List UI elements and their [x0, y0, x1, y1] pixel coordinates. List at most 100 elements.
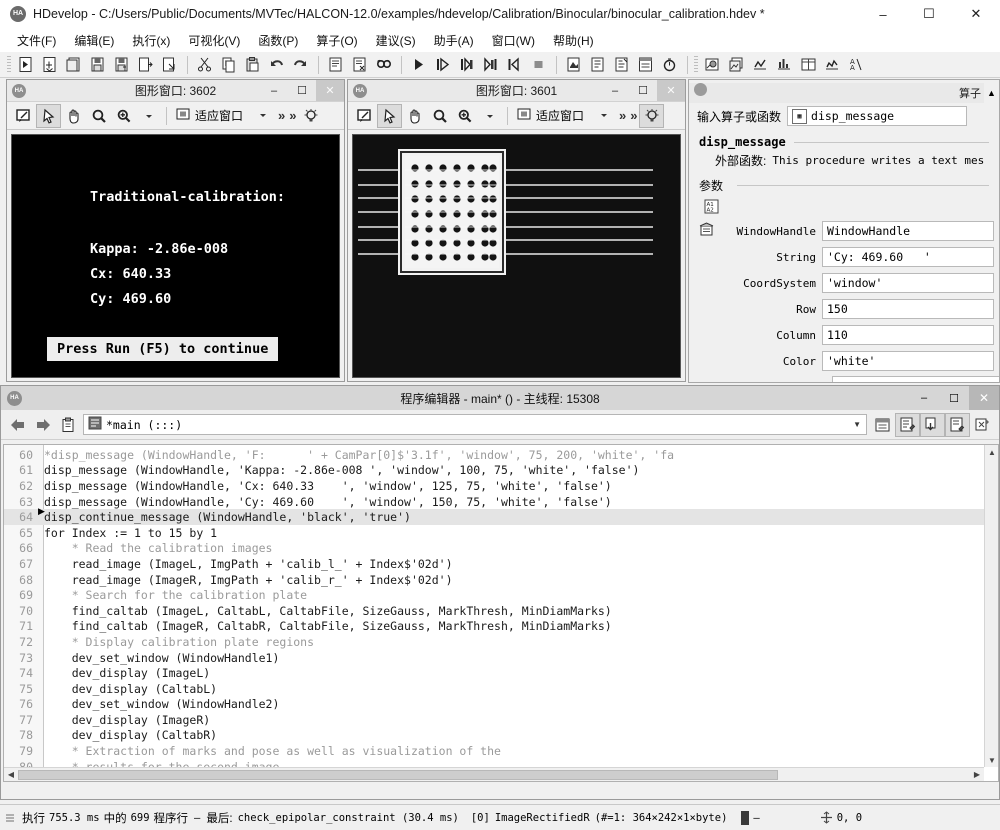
hand-pan-icon[interactable] — [61, 104, 86, 128]
program-counter-icon[interactable] — [870, 413, 895, 437]
insert-operator-icon[interactable] — [586, 54, 609, 76]
procedure-selector-combo[interactable]: *main (:::) ▼ — [83, 414, 867, 435]
insert-procedure-icon[interactable] — [945, 412, 970, 437]
code-line[interactable]: 71 find_caltab (ImageR, CaltabR, CaltabF… — [4, 619, 984, 635]
reset-program-icon[interactable] — [562, 54, 585, 76]
paste-icon[interactable] — [241, 54, 264, 76]
code-line[interactable]: 60 *disp_message (WindowHandle, 'F: ' + C… — [4, 447, 984, 463]
chevron-down-icon[interactable] — [477, 104, 502, 128]
chevron-down-icon[interactable] — [136, 104, 161, 128]
save-program-icon[interactable] — [86, 54, 109, 76]
edit-roi-icon[interactable] — [11, 104, 36, 128]
zoom-in-icon[interactable] — [452, 104, 477, 128]
code-line[interactable]: 61 disp_message (WindowHandle, 'Kappa: -2… — [4, 463, 984, 479]
pe-maximize-button[interactable]: ☐ — [939, 386, 969, 410]
stopwatch-icon[interactable] — [658, 54, 681, 76]
gw3601-minimize-button[interactable]: – — [601, 80, 629, 101]
gw3601-overflow-1[interactable]: » — [617, 108, 628, 123]
menu-operators[interactable]: 算子(O) — [307, 30, 366, 51]
magnifier-icon[interactable] — [427, 104, 452, 128]
scroll-left-icon[interactable]: ◀ — [4, 768, 18, 782]
chevron-up-icon[interactable]: ▲ — [984, 83, 999, 103]
run-icon[interactable] — [407, 54, 430, 76]
clipboard-icon[interactable] — [55, 413, 80, 437]
uncomment-icon[interactable] — [348, 54, 371, 76]
param-input-partial[interactable] — [832, 376, 999, 382]
export-procedure-icon[interactable] — [920, 412, 945, 437]
menu-assistants[interactable]: 助手(A) — [425, 30, 483, 51]
scroll-up-icon[interactable]: ▲ — [985, 445, 998, 459]
toolbar-grip[interactable] — [7, 55, 11, 74]
new-program-icon[interactable] — [14, 54, 37, 76]
minimize-button[interactable]: – — [860, 0, 906, 28]
pe-close-button[interactable]: ✕ — [969, 386, 999, 410]
param-input-windowhandle[interactable]: WindowHandle — [822, 221, 994, 241]
code-line[interactable]: 70 find_caltab (ImageL, CaltabL, CaltabF… — [4, 603, 984, 619]
code-line[interactable]: 78 dev_display (CaltabR) — [4, 728, 984, 744]
text-format-icon[interactable]: A1 A2 — [689, 194, 999, 218]
procedure-window-icon[interactable] — [634, 54, 657, 76]
close-button[interactable]: ✕ — [952, 0, 1000, 28]
menu-help[interactable]: 帮助(H) — [544, 30, 603, 51]
code-vertical-scrollbar[interactable]: ▲ ▼ — [984, 445, 998, 767]
find-icon[interactable] — [372, 54, 395, 76]
code-line[interactable]: 75 dev_display (CaltabL) — [4, 681, 984, 697]
matrix-icon[interactable] — [797, 54, 820, 76]
compile-icon[interactable] — [970, 413, 995, 437]
hand-pan-icon[interactable] — [402, 104, 427, 128]
param-input-string[interactable]: 'Cy: 469.60 ' — [822, 247, 994, 267]
pe-minimize-button[interactable]: – — [909, 386, 939, 410]
fit-window-chevron-down-icon[interactable] — [258, 109, 268, 123]
menu-edit[interactable]: 编辑(E) — [65, 30, 123, 51]
gw3601-close-button[interactable]: ✕ — [657, 80, 685, 101]
print-icon[interactable] — [158, 54, 181, 76]
stop-icon[interactable] — [527, 54, 550, 76]
param-input-row[interactable]: 150 — [822, 299, 994, 319]
lightbulb-icon[interactable] — [639, 103, 665, 128]
scroll-right-icon[interactable]: ▶ — [970, 768, 984, 782]
undo-icon[interactable] — [265, 54, 288, 76]
copy-icon[interactable] — [217, 54, 240, 76]
param-input-coordsystem[interactable]: 'window' — [822, 273, 994, 293]
edit-procedure-icon[interactable] — [610, 54, 633, 76]
graphics-window-3601-canvas[interactable] — [352, 134, 681, 378]
menu-procedures[interactable]: 函数(P) — [249, 30, 307, 51]
arrow-right-icon[interactable] — [30, 413, 55, 437]
export-icon[interactable] — [134, 54, 157, 76]
fit-window-button[interactable]: 适应窗口 — [513, 104, 587, 128]
lightbulb-icon[interactable] — [298, 104, 323, 128]
toolbar-grip-2[interactable] — [694, 55, 698, 74]
magnifier-icon[interactable] — [86, 104, 111, 128]
graphics-window-3602-canvas[interactable]: Traditional-calibration: Kappa: -2.86e-0… — [11, 134, 340, 378]
scroll-down-icon[interactable]: ▼ — [985, 753, 998, 767]
edit-procedure-icon[interactable] — [895, 412, 920, 437]
step-into-icon[interactable] — [455, 54, 478, 76]
gw3602-overflow-1[interactable]: » — [276, 108, 287, 123]
variable-window-icon[interactable] — [701, 54, 724, 76]
gw3602-minimize-button[interactable]: – — [260, 80, 288, 101]
code-line[interactable]: 74 dev_display (ImageL) — [4, 665, 984, 681]
code-horizontal-scrollbar[interactable]: ◀ ▶ — [4, 767, 984, 781]
code-line[interactable]: 67 read_image (ImageL, ImgPath + 'calib_… — [4, 556, 984, 572]
menu-visualization[interactable]: 可视化(V) — [179, 30, 249, 51]
histogram-icon[interactable] — [773, 54, 796, 76]
param-input-color[interactable]: 'white' — [822, 351, 994, 371]
comment-icon[interactable] — [324, 54, 347, 76]
operator-input-field[interactable]: ▦ disp_message — [787, 106, 968, 126]
gw3602-overflow-2[interactable]: » — [287, 108, 298, 123]
code-line[interactable]: 76 dev_set_window (WindowHandle2) — [4, 697, 984, 713]
gw3601-overflow-2[interactable]: » — [628, 108, 639, 123]
code-line[interactable]: 79 * Extraction of marks and pose as wel… — [4, 743, 984, 759]
profile-icon[interactable] — [821, 54, 844, 76]
maximize-button[interactable]: ☐ — [906, 0, 952, 28]
arrow-select-icon[interactable] — [36, 103, 61, 128]
code-line[interactable]: 62 disp_message (WindowHandle, 'Cx: 640.3… — [4, 478, 984, 494]
code-line[interactable]: 80 * results for the second image. — [4, 759, 984, 767]
code-line[interactable]: 73 dev_set_window (WindowHandle1) — [4, 650, 984, 666]
step-back-icon[interactable] — [503, 54, 526, 76]
code-line-active[interactable]: ▶ 64 disp_continue_message (WindowHandle, … — [4, 506, 984, 525]
text-format-icon[interactable]: AA — [845, 54, 868, 76]
step-out-icon[interactable] — [479, 54, 502, 76]
menu-suggestions[interactable]: 建议(S) — [367, 30, 425, 51]
edit-roi-icon[interactable] — [352, 104, 377, 128]
